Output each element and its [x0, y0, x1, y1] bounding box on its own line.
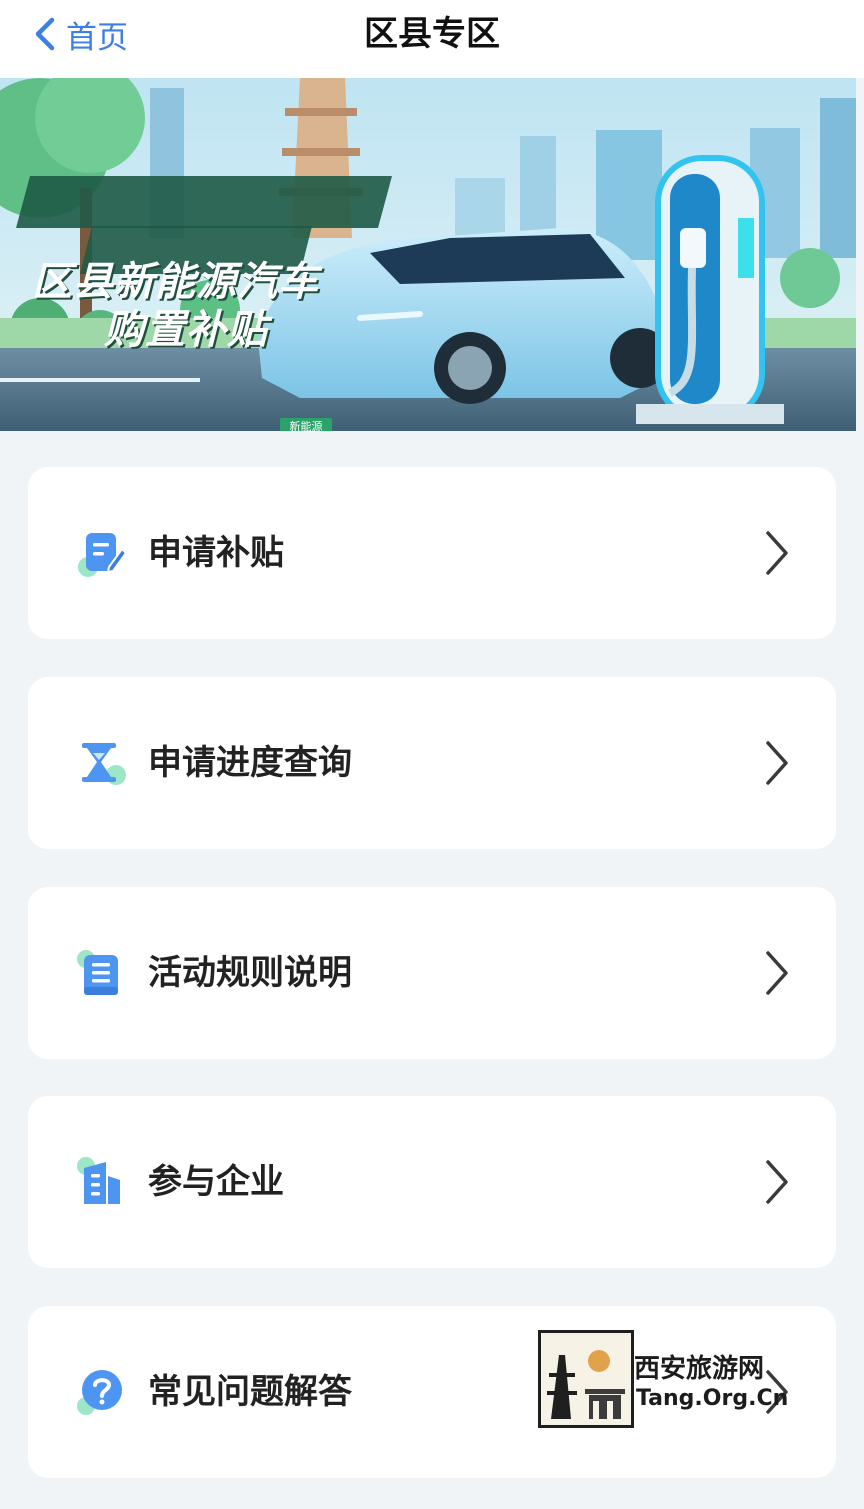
chevron-right-icon	[766, 531, 788, 575]
menu-item-label: 申请进度查询	[148, 743, 352, 783]
promo-banner[interactable]: 区县新能源汽车 购置补贴 新能源	[0, 78, 856, 431]
menu-item-label: 活动规则说明	[148, 953, 352, 993]
banner-title: 区县新能源汽车 购置补贴	[14, 254, 394, 354]
menu-item-label: 申请补贴	[148, 533, 284, 573]
chevron-right-icon	[766, 1160, 788, 1204]
license-plate: 新能源	[280, 418, 332, 431]
watermark-site-url: Tang.Org.Cn	[636, 1386, 789, 1411]
chevron-right-icon	[766, 951, 788, 995]
watermark-site-name: 西安旅游网	[634, 1354, 765, 1384]
menu-item-activity-rules[interactable]: 活动规则说明	[28, 887, 836, 1059]
menu-item-label: 常见问题解答	[148, 1372, 352, 1412]
menu-item-label: 参与企业	[148, 1162, 284, 1202]
pagoda-logo-icon	[547, 1350, 625, 1419]
banner-title-line-2: 购置补贴	[104, 307, 268, 353]
chevron-right-icon	[766, 741, 788, 785]
rule-book-icon	[77, 950, 118, 995]
menu-item-participating-enterprises[interactable]: 参与企业	[28, 1096, 836, 1268]
menu-item-progress-query[interactable]: 申请进度查询	[28, 677, 836, 849]
menu-item-apply-subsidy[interactable]: 申请补贴	[28, 467, 836, 639]
edit-doc-icon	[78, 533, 128, 577]
enterprise-building-icon	[77, 1157, 120, 1204]
page-title: 区县专区	[364, 14, 500, 54]
question-icon	[77, 1370, 122, 1415]
banner-title-line-1: 区县新能源汽车	[32, 259, 319, 305]
watermark: 西安旅游网 Tang.Org.Cn	[538, 1330, 788, 1428]
hourglass-icon	[82, 743, 126, 785]
top-nav-bar: 首页 区县专区	[0, 0, 864, 78]
watermark-logo	[538, 1330, 634, 1428]
